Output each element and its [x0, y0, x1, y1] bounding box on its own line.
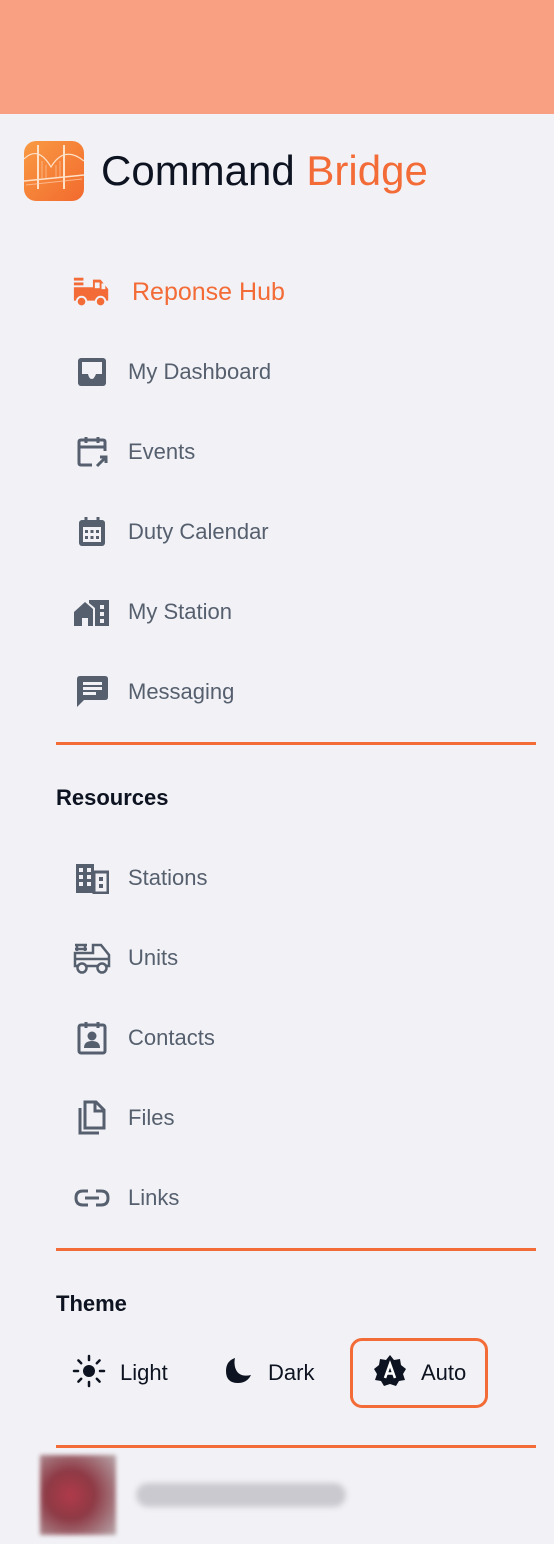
calendar-grid-icon [72, 512, 112, 552]
theme-divider [56, 1445, 536, 1448]
auto-theme-icon [373, 1354, 407, 1393]
nav-item-messaging[interactable]: Messaging [56, 662, 234, 722]
nav-item-files[interactable]: Files [56, 1088, 174, 1148]
nav-label: My Station [128, 599, 232, 624]
moon-icon [222, 1355, 254, 1392]
nav-label: Reponse Hub [132, 277, 285, 306]
theme-option-label: Auto [421, 1360, 467, 1385]
nav-label: Units [128, 945, 179, 970]
station-house-icon [72, 592, 112, 632]
nav-label: Stations [128, 865, 208, 890]
nav-label: Events [128, 439, 196, 464]
link-icon [72, 1178, 112, 1218]
nav-label: Links [128, 1185, 180, 1210]
app-title-accent: Bridge [306, 147, 428, 194]
resources-section-title: Resources [56, 785, 169, 810]
app-brand[interactable]: Command Bridge [24, 141, 428, 201]
nav-item-duty-calendar[interactable]: Duty Calendar [56, 502, 269, 562]
theme-option-auto[interactable]: Auto [350, 1338, 488, 1408]
app-title-primary: Command [101, 147, 295, 194]
theme-option-label: Dark [268, 1360, 315, 1385]
nav-label: Contacts [128, 1025, 215, 1050]
nav-item-my-dashboard[interactable]: My Dashboard [56, 342, 271, 402]
resources-divider [56, 1248, 536, 1251]
theme-option-dark[interactable]: Dark [222, 1338, 332, 1408]
theme-section-title: Theme [56, 1291, 127, 1316]
chat-icon [72, 672, 112, 712]
nav-item-events[interactable]: Events [56, 422, 195, 482]
user-name-redacted [136, 1483, 346, 1507]
nav-label: Duty Calendar [128, 519, 269, 544]
nav-label: Files [128, 1105, 175, 1130]
fire-truck-outline-icon [72, 938, 112, 978]
inbox-icon [72, 352, 112, 392]
avatar [40, 1455, 116, 1535]
nav-item-stations[interactable]: Stations [56, 848, 208, 908]
nav-label: Messaging [128, 679, 235, 704]
contact-card-icon [72, 1018, 112, 1058]
bridge-logo-icon [24, 141, 84, 201]
files-icon [72, 1098, 112, 1138]
nav-item-response-hub[interactable]: Reponse Hub [56, 262, 285, 322]
user-profile[interactable] [40, 1455, 346, 1535]
user-email-redacted [60, 1532, 360, 1544]
nav-item-contacts[interactable]: Contacts [56, 1008, 215, 1068]
top-header-bar [0, 0, 554, 114]
nav-label: My Dashboard [128, 359, 272, 384]
calendar-arrow-icon [72, 432, 112, 472]
nav-item-my-station[interactable]: My Station [56, 582, 232, 642]
theme-option-label: Light [120, 1360, 168, 1385]
nav-item-units[interactable]: Units [56, 928, 178, 988]
building-icon [72, 858, 112, 898]
theme-option-light[interactable]: Light [72, 1338, 192, 1408]
nav-item-links[interactable]: Links [56, 1168, 179, 1228]
nav-divider [56, 742, 536, 745]
fire-truck-icon [72, 272, 112, 312]
app-title: Command Bridge [101, 147, 428, 195]
sun-icon [72, 1354, 106, 1393]
